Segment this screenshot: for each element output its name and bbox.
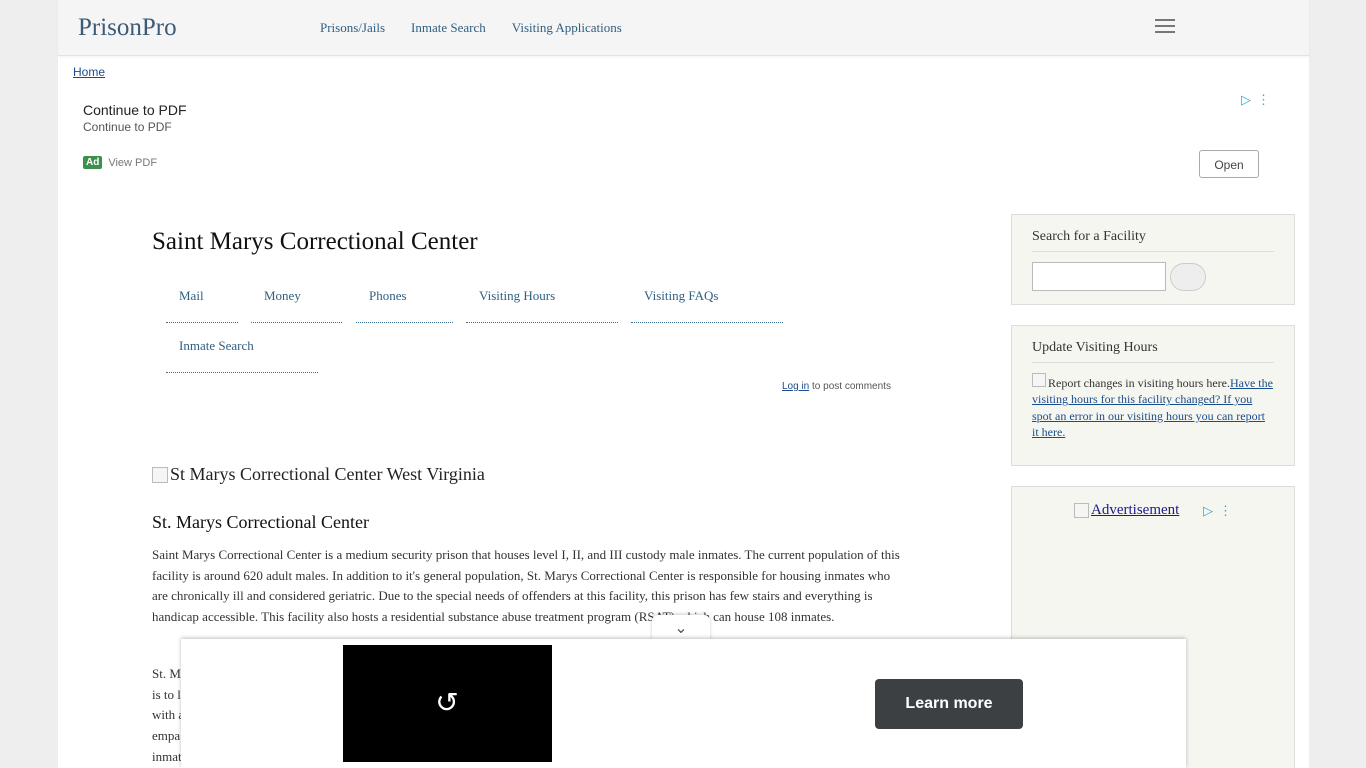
paragraph-2-line: is to l — [152, 686, 181, 702]
paragraph-2-line: St. M — [152, 666, 181, 681]
ad-title[interactable]: Continue to PDF — [83, 102, 187, 118]
more-options-icon[interactable]: ⋮ — [1219, 503, 1232, 519]
paragraph-2-line: inmat — [152, 748, 182, 764]
sidebar-ad-choices[interactable]: ▷ ⋮ — [1203, 503, 1232, 519]
replay-icon[interactable]: ↺ — [432, 688, 462, 718]
adchoices-icon[interactable]: ▷ — [1241, 92, 1251, 108]
ad-choices[interactable]: ▷ ⋮ — [1241, 92, 1270, 108]
tab-label: Money — [264, 288, 301, 303]
facility-search-input[interactable] — [1032, 262, 1166, 291]
tab-phones[interactable]: Phones — [356, 280, 453, 323]
tab-visiting-faqs[interactable]: Visiting FAQs — [631, 280, 783, 323]
chevron-down-icon[interactable]: ⌄ — [652, 615, 710, 642]
tab-inmate-search[interactable]: Inmate Search — [166, 330, 318, 373]
advertisement-link[interactable]: Advertisement — [1074, 502, 1179, 519]
tab-label: Inmate Search — [179, 338, 254, 353]
ad-label: Ad View PDF — [83, 156, 157, 169]
tab-label: Visiting Hours — [479, 288, 556, 303]
tab-mail[interactable]: Mail — [166, 280, 238, 323]
paragraph-2-line: empa — [152, 728, 181, 744]
page-title: Saint Marys Correctional Center — [152, 228, 478, 255]
facility-image-alt: St Marys Correctional Center West Virgin… — [170, 464, 485, 484]
advertisement-label[interactable]: Advertisement — [1091, 502, 1179, 519]
ad-badge: Ad — [83, 156, 103, 169]
ad-subtitle[interactable]: Continue to PDF — [83, 120, 187, 134]
broken-image-icon — [1032, 373, 1046, 387]
site-logo[interactable]: PrisonPro — [78, 14, 177, 42]
update-visiting-title: Update Visiting Hours — [1032, 340, 1274, 363]
search-button[interactable] — [1170, 262, 1206, 291]
section-title: St. Marys Correctional Center — [152, 512, 369, 532]
paragraph-1: Saint Marys Correctional Center is a med… — [152, 547, 900, 625]
adchoices-icon[interactable]: ▷ — [1203, 503, 1213, 519]
broken-image-icon — [152, 466, 168, 483]
paragraph-2-line: with a — [152, 707, 185, 723]
login-link[interactable]: Log in — [782, 381, 809, 392]
update-visiting-text: Report changes in visiting hours here.Ha… — [1032, 373, 1274, 441]
facility-image: St Marys Correctional Center West Virgin… — [152, 464, 485, 485]
search-facility-box: Search for a Facility — [1011, 214, 1295, 305]
ad-view-pdf[interactable]: View PDF — [108, 157, 157, 169]
video-player[interactable]: ↺ — [343, 645, 552, 762]
nav-prisons-jails[interactable]: Prisons/Jails — [320, 20, 385, 36]
nav-inmate-search[interactable]: Inmate Search — [411, 20, 486, 36]
tab-label: Mail — [179, 288, 204, 303]
tab-label: Phones — [369, 288, 407, 303]
report-image-alt: Report changes in visiting hours here. — [1048, 376, 1230, 390]
top-ad[interactable]: Continue to PDF Continue to PDF — [83, 102, 187, 134]
main-nav: Prisons/Jails Inmate Search Visiting App… — [320, 20, 622, 36]
more-options-icon[interactable]: ⋮ — [1257, 92, 1270, 108]
login-note: Log in to post comments — [782, 381, 891, 392]
login-suffix: to post comments — [809, 381, 891, 392]
nav-visiting-applications[interactable]: Visiting Applications — [512, 20, 622, 36]
broken-image-icon — [1074, 503, 1089, 518]
tab-label: Visiting FAQs — [644, 288, 719, 303]
ad-open-button[interactable]: Open — [1199, 150, 1259, 178]
hamburger-icon[interactable] — [1155, 19, 1175, 37]
breadcrumb-home[interactable]: Home — [73, 65, 105, 79]
site-header: PrisonPro Prisons/Jails Inmate Search Vi… — [58, 0, 1309, 56]
video-ad-bar: ↺ Learn more — [181, 639, 1186, 768]
search-facility-title: Search for a Facility — [1032, 229, 1274, 252]
tab-visiting-hours[interactable]: Visiting Hours — [466, 280, 618, 323]
tab-money[interactable]: Money — [251, 280, 342, 323]
update-visiting-box: Update Visiting Hours Report changes in … — [1011, 325, 1295, 466]
learn-more-button[interactable]: Learn more — [875, 679, 1023, 729]
